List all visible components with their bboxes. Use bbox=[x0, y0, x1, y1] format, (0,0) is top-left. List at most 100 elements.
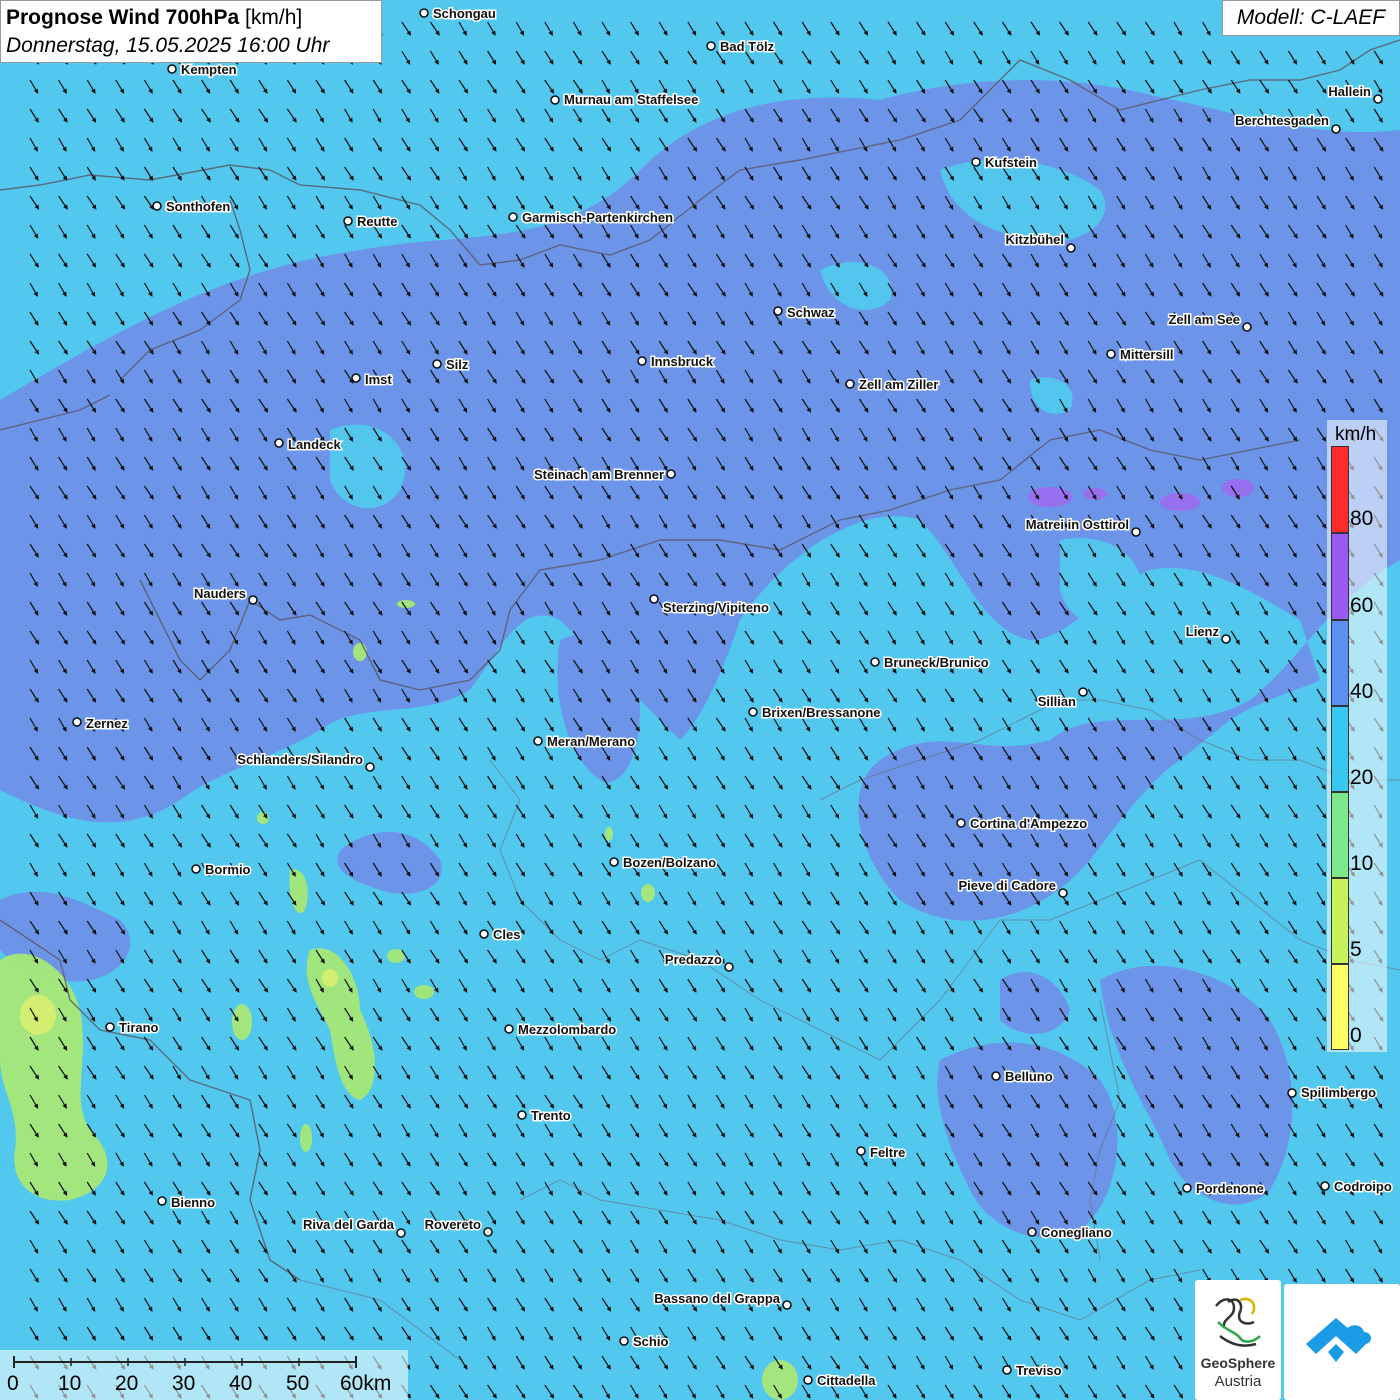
city-dot bbox=[483, 1227, 493, 1237]
weather-app-logo-icon bbox=[1306, 1318, 1372, 1362]
city-label: Trento bbox=[531, 1108, 571, 1123]
city-label: Hallein bbox=[1328, 84, 1371, 99]
city-dot bbox=[274, 438, 284, 448]
city-dot bbox=[748, 707, 758, 717]
city-dot bbox=[248, 595, 258, 605]
legend-tick-10: 10 bbox=[1350, 852, 1374, 875]
scale-tick-10: 10 bbox=[58, 1372, 82, 1395]
city-label: Sonthofen bbox=[166, 199, 230, 214]
legend-swatch-80 bbox=[1331, 446, 1349, 533]
city-label: Cortina d'Ampezzo bbox=[970, 816, 1087, 831]
city-label: Bozen/Bolzano bbox=[623, 855, 716, 870]
city-label: Belluno bbox=[1005, 1069, 1053, 1084]
city-label: Bad Tölz bbox=[720, 39, 775, 54]
city-dot bbox=[504, 1024, 514, 1034]
city-label: Sterzing/Vipiteno bbox=[663, 600, 769, 615]
city-dot bbox=[1002, 1365, 1012, 1375]
city-label: Zell am Ziller bbox=[859, 377, 938, 392]
city-dot bbox=[105, 1022, 115, 1032]
city-label: Schongau bbox=[433, 6, 496, 21]
wind-map: Schongau Bad Tölz Kempten Murnau am Staffel… bbox=[0, 0, 1400, 1400]
map-title-unit: [km/h] bbox=[245, 6, 303, 29]
city-dot bbox=[637, 356, 647, 366]
city-label: Garmisch-Partenkirchen bbox=[522, 210, 673, 225]
city-dot bbox=[782, 1300, 792, 1310]
city-label: Silz bbox=[446, 357, 469, 372]
map-title-main: Prognose Wind 700hPa bbox=[6, 6, 240, 29]
scale-tick-50: 50 bbox=[286, 1372, 310, 1395]
city-dot bbox=[706, 41, 716, 51]
city-label: Brixen/Bressanone bbox=[762, 705, 881, 720]
city-dot bbox=[1331, 124, 1341, 134]
legend-swatch-40 bbox=[1331, 620, 1349, 706]
city-dot bbox=[1373, 94, 1383, 104]
geosphere-logo-icon bbox=[1215, 1297, 1261, 1347]
city-label: Matrei in Osttirol bbox=[1026, 517, 1129, 532]
city-label: Schwaz bbox=[787, 305, 835, 320]
legend-swatch-10 bbox=[1331, 792, 1349, 878]
city-label: Mezzolombardo bbox=[518, 1022, 616, 1037]
geosphere-country: Austria bbox=[1214, 1373, 1262, 1390]
legend-tick-20: 20 bbox=[1350, 766, 1374, 789]
city-dot bbox=[803, 1375, 813, 1385]
city-label: Rovereto bbox=[425, 1217, 481, 1232]
city-dot bbox=[479, 929, 489, 939]
city-label: Sillian bbox=[1038, 694, 1076, 709]
city-dot bbox=[856, 1146, 866, 1156]
city-dot bbox=[649, 594, 659, 604]
city-dot bbox=[432, 359, 442, 369]
city-label: Meran/Merano bbox=[547, 734, 635, 749]
city-dot bbox=[991, 1071, 1001, 1081]
city-dot bbox=[1058, 888, 1068, 898]
city-dot bbox=[1106, 349, 1116, 359]
model-label: Modell: C-LAEF bbox=[1222, 0, 1400, 36]
scale-tick-60km: 60km bbox=[340, 1372, 392, 1395]
city-dot bbox=[619, 1336, 629, 1346]
city-dot bbox=[773, 306, 783, 316]
city-dot bbox=[971, 157, 981, 167]
city-label: Landeck bbox=[288, 437, 342, 452]
legend-swatch-5 bbox=[1331, 878, 1349, 964]
city-label: Zell am See bbox=[1168, 312, 1240, 327]
city-dot bbox=[365, 762, 375, 772]
city-label: Cles bbox=[493, 927, 520, 942]
scale-tick-20: 20 bbox=[115, 1372, 139, 1395]
city-label: Kempten bbox=[181, 62, 237, 77]
city-dot bbox=[1242, 322, 1252, 332]
city-dot bbox=[845, 379, 855, 389]
city-label: Pordenone bbox=[1196, 1181, 1264, 1196]
legend-tick-5: 5 bbox=[1350, 938, 1362, 961]
legend-swatch-60 bbox=[1331, 533, 1349, 620]
city-dot bbox=[666, 469, 676, 479]
scale-tick-40: 40 bbox=[229, 1372, 253, 1395]
city-dot bbox=[724, 962, 734, 972]
legend-swatch-20 bbox=[1331, 706, 1349, 792]
city-label: Kitzbühel bbox=[1006, 232, 1065, 247]
city-dot bbox=[870, 657, 880, 667]
city-label: Predazzo bbox=[665, 952, 722, 967]
city-dot bbox=[1182, 1183, 1192, 1193]
forecast-datetime: Donnerstag, 15.05.2025 16:00 Uhr bbox=[6, 34, 330, 57]
city-label: Bormio bbox=[205, 862, 251, 877]
city-label: Codroipo bbox=[1334, 1179, 1392, 1194]
city-dot bbox=[1027, 1227, 1037, 1237]
city-label: Cittadella bbox=[817, 1373, 876, 1388]
city-label: Bruneck/Brunico bbox=[884, 655, 989, 670]
scale-tick-30: 30 bbox=[172, 1372, 196, 1395]
title-box: Prognose Wind 700hPa [km/h] Donnerstag, … bbox=[0, 0, 382, 63]
city-dot bbox=[550, 95, 560, 105]
city-label: Kufstein bbox=[985, 155, 1037, 170]
legend-tick-80: 80 bbox=[1350, 507, 1374, 530]
city-dot bbox=[351, 373, 361, 383]
city-label: Bienno bbox=[171, 1195, 215, 1210]
city-dot bbox=[508, 212, 518, 222]
geosphere-wordmark: GeoSphere bbox=[1200, 1355, 1276, 1371]
city-dot bbox=[1066, 243, 1076, 253]
city-dot bbox=[956, 818, 966, 828]
city-label: Tirano bbox=[119, 1020, 159, 1035]
scale-tick-0: 0 bbox=[7, 1372, 19, 1395]
city-label: Reutte bbox=[357, 214, 397, 229]
city-label: Lienz bbox=[1186, 624, 1220, 639]
city-label: Murnau am Staffelsee bbox=[564, 92, 698, 107]
city-label: Mittersill bbox=[1120, 347, 1173, 362]
